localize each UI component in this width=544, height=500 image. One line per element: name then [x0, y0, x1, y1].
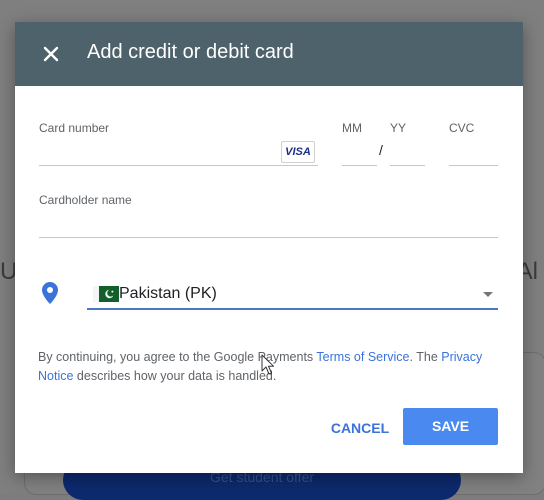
cardholder-name-label: Cardholder name — [39, 193, 132, 207]
cardholder-name-input[interactable] — [39, 214, 497, 234]
visa-card-icon: VISA — [281, 141, 315, 163]
expiry-separator: / — [379, 142, 383, 158]
location-pin-icon — [42, 282, 58, 304]
dropdown-arrow-icon[interactable] — [483, 292, 493, 297]
terms-of-service-link[interactable]: Terms of Service — [316, 350, 409, 364]
expiry-month-input[interactable] — [342, 142, 376, 162]
terms-middle: . The — [409, 350, 442, 364]
country-select[interactable]: Pakistan (PK) — [87, 276, 498, 310]
dialog-header: Add credit or debit card — [15, 22, 523, 86]
cvc-input[interactable] — [449, 142, 497, 162]
expiry-year-input[interactable] — [390, 142, 424, 162]
dialog-title: Add credit or debit card — [87, 41, 294, 63]
expiry-month-underline — [342, 165, 377, 166]
mouse-cursor-icon — [261, 354, 274, 375]
close-icon[interactable] — [37, 40, 65, 68]
add-card-dialog: Add credit or debit card Card number VIS… — [15, 22, 523, 473]
expiry-month-label: MM — [342, 121, 362, 135]
country-select-underline — [87, 308, 498, 310]
save-button[interactable]: SAVE — [403, 408, 498, 445]
card-number-label: Card number — [39, 121, 110, 135]
expiry-year-underline — [390, 165, 425, 166]
pakistan-flag-icon — [93, 286, 119, 302]
terms-suffix: describes how your data is handled. — [73, 369, 277, 383]
cvc-label: CVC — [449, 121, 475, 135]
card-number-input[interactable] — [39, 142, 277, 162]
country-select-value: Pakistan (PK) — [119, 285, 217, 302]
expiry-year-label: YY — [390, 121, 407, 135]
cvc-underline — [449, 165, 498, 166]
card-number-underline — [39, 165, 318, 166]
cancel-button[interactable]: CANCEL — [327, 411, 393, 445]
cardholder-name-underline — [39, 237, 498, 238]
